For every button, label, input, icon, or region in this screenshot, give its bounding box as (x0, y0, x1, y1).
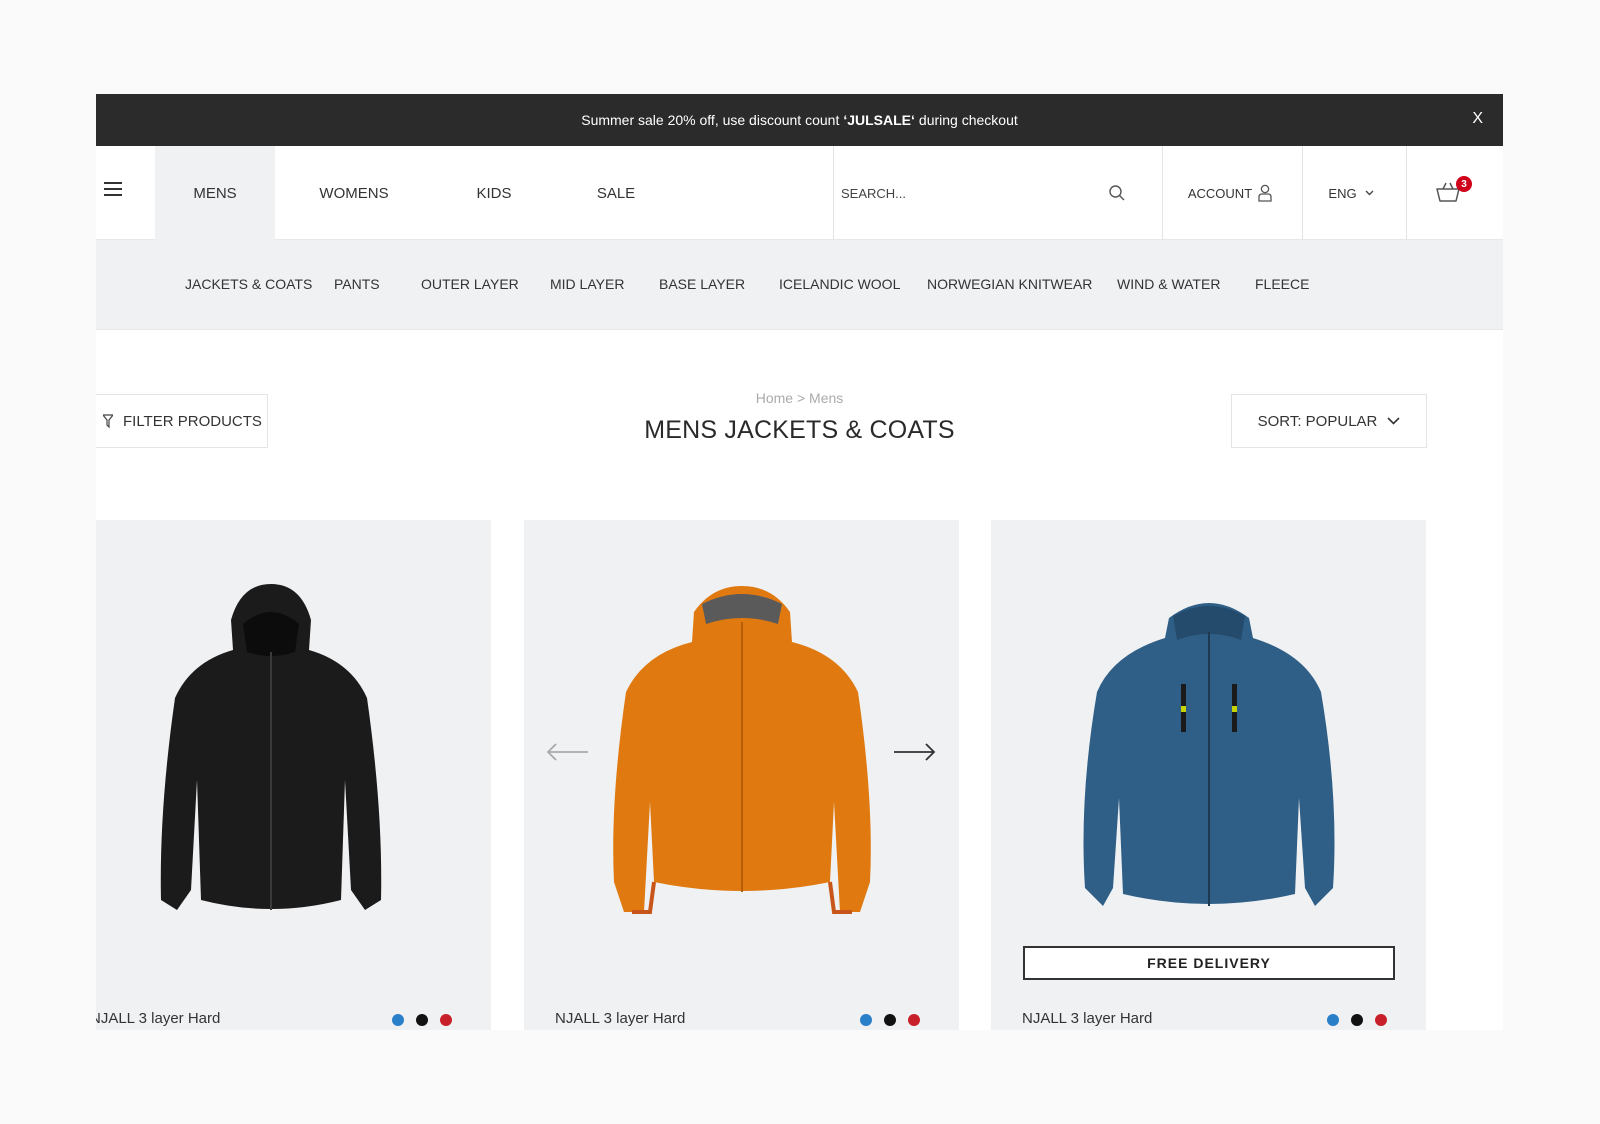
subnav-item-norwegian-knitwear[interactable]: NORWEGIAN KNITWEAR (927, 276, 1092, 292)
user-icon (1258, 184, 1272, 202)
tab-kids[interactable]: KIDS (436, 146, 552, 240)
subnav-item-pants[interactable]: PANTS (334, 276, 380, 292)
product-card[interactable]: NJALL 3 layer Hard (96, 520, 491, 1030)
swatch-blue[interactable] (860, 1014, 872, 1026)
promo-code: ‘JULSALE‘ (843, 112, 915, 128)
tab-label: SALE (596, 184, 636, 202)
product-image (1083, 603, 1335, 906)
swatch-blue[interactable] (392, 1014, 404, 1026)
tab-sale[interactable]: SALE (558, 146, 674, 240)
subnav-item-outer-layer[interactable]: OUTER LAYER (421, 276, 519, 292)
search-icon[interactable] (1108, 184, 1126, 202)
swatch-red[interactable] (908, 1014, 920, 1026)
subnav-item-icelandic-wool[interactable]: ICELANDIC WOOL (779, 276, 900, 292)
subnav-item-wind-water[interactable]: WIND & WATER (1117, 276, 1220, 292)
color-swatches (860, 1014, 920, 1026)
search-input[interactable] (841, 182, 1061, 204)
divider (833, 146, 834, 240)
swatch-black[interactable] (884, 1014, 896, 1026)
product-name[interactable]: NJALL 3 layer Hard (96, 1010, 220, 1027)
hamburger-menu-icon[interactable] (104, 182, 122, 196)
sort-label: SORT: POPULAR (1257, 412, 1378, 430)
product-card[interactable]: FREE DELIVERY NJALL 3 layer Hard (991, 520, 1426, 1030)
product-name[interactable]: NJALL 3 layer Hard (555, 1010, 685, 1027)
language-label: ENG (1328, 185, 1357, 201)
divider (1406, 146, 1407, 240)
promo-text: Summer sale 20% off, use discount count (581, 112, 840, 128)
main-header: MENS WOMENS KIDS SALE ACCOUNT ENG (96, 146, 1503, 240)
product-name[interactable]: NJALL 3 layer Hard (1022, 1010, 1152, 1027)
tab-womens[interactable]: WOMENS (296, 146, 412, 240)
account-button[interactable]: ACCOUNT (1162, 146, 1298, 240)
free-delivery-badge: FREE DELIVERY (1023, 946, 1395, 980)
product-image (613, 586, 871, 914)
sort-dropdown[interactable]: SORT: POPULAR (1231, 394, 1427, 448)
subnav-item-fleece[interactable]: FLEECE (1255, 276, 1309, 292)
breadcrumb-separator: > (796, 390, 806, 406)
subnav-item-mid-layer[interactable]: MID LAYER (550, 276, 624, 292)
cart-count-badge: 3 (1456, 176, 1472, 192)
swatch-red[interactable] (1375, 1014, 1387, 1026)
category-subnav: JACKETS & COATS PANTS OUTER LAYER MID LA… (96, 240, 1503, 330)
color-swatches (1327, 1014, 1387, 1026)
arrow-left-icon[interactable] (544, 740, 590, 764)
subnav-item-jackets-coats[interactable]: JACKETS & COATS (185, 276, 312, 292)
arrow-right-icon[interactable] (892, 740, 938, 764)
promo-text-end: during checkout (918, 112, 1018, 128)
tab-label: KIDS (476, 184, 512, 202)
swatch-red[interactable] (440, 1014, 452, 1026)
language-selector[interactable]: ENG (1302, 146, 1400, 240)
swatch-black[interactable] (416, 1014, 428, 1026)
tab-label: MENS (193, 184, 237, 202)
product-card[interactable]: NJALL 3 layer Hard (524, 520, 959, 1030)
color-swatches (392, 1014, 452, 1026)
product-image (160, 584, 382, 910)
swatch-blue[interactable] (1327, 1014, 1339, 1026)
account-label: ACCOUNT (1187, 185, 1253, 201)
breadcrumb-home[interactable]: Home (756, 390, 793, 406)
breadcrumb-current[interactable]: Mens (809, 390, 843, 406)
chevron-down-icon (1365, 190, 1374, 196)
tab-mens[interactable]: MENS (155, 146, 275, 240)
page-viewport: Summer sale 20% off, use discount count … (96, 94, 1503, 1030)
promo-banner: Summer sale 20% off, use discount count … (96, 94, 1503, 146)
chevron-down-icon (1387, 417, 1400, 425)
tab-label: WOMENS (319, 184, 389, 202)
promo-close-button[interactable]: X (1472, 110, 1483, 128)
swatch-black[interactable] (1351, 1014, 1363, 1026)
subnav-item-base-layer[interactable]: BASE LAYER (659, 276, 745, 292)
